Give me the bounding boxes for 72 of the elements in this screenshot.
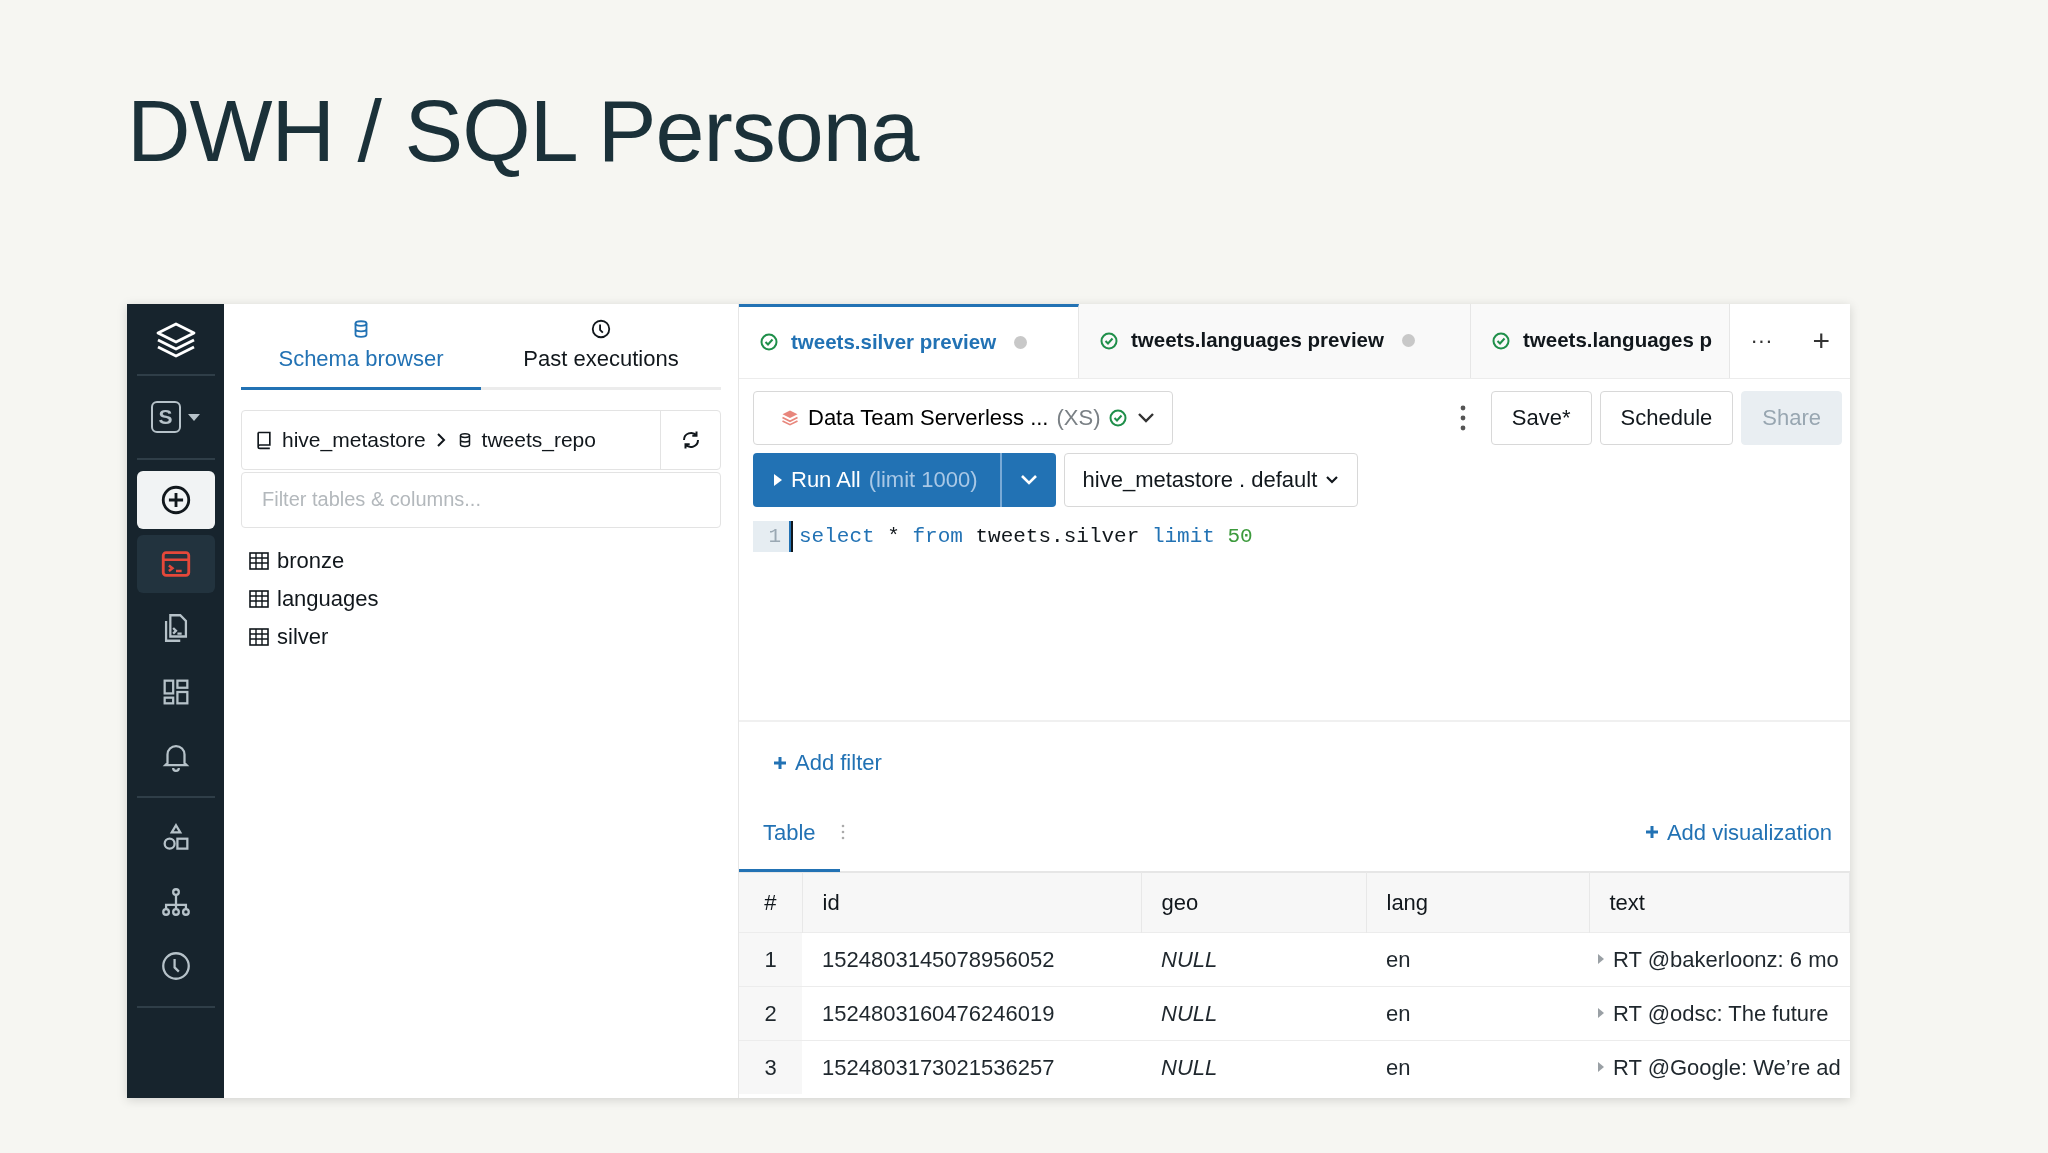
chevron-down-icon	[1136, 410, 1157, 425]
slide-title: DWH / SQL Persona	[127, 80, 919, 182]
schema-selector[interactable]: hive_metastore . default	[1063, 452, 1359, 507]
column-header[interactable]: id	[802, 872, 1141, 933]
unsaved-dot	[1401, 334, 1415, 348]
workspace-switcher[interactable]: S	[136, 387, 215, 446]
table-cell: en	[1366, 1040, 1589, 1095]
column-header[interactable]: geo	[1141, 872, 1366, 933]
warehouse-selector[interactable]: Data Team Serverless ... (XS)	[753, 390, 1174, 445]
row-number: 3	[739, 1040, 802, 1095]
chevron-down-icon	[1018, 472, 1039, 487]
sidebar-item[interactable]	[136, 534, 215, 593]
table-cell: 1524803173021536257	[802, 1040, 1141, 1095]
catalog-name: hive_metastore	[282, 426, 426, 454]
table-cell-text: RT @bakerloonz: 6 mo	[1613, 945, 1839, 974]
check-circle-icon	[1491, 330, 1511, 351]
column-header[interactable]: lang	[1366, 872, 1589, 933]
table-cell: NULL	[1141, 986, 1366, 1041]
schema-name: tweets_repo	[481, 426, 596, 454]
kebab-icon	[1459, 404, 1466, 431]
kebab-menu-button[interactable]	[1458, 403, 1467, 432]
editor-tab[interactable]: tweets.languages p	[1471, 303, 1731, 378]
table-cell: 1524803145078956052	[802, 932, 1141, 987]
row-number: 1	[739, 932, 802, 987]
table-item[interactable]: silver	[241, 617, 721, 656]
table-cell: en	[1366, 932, 1589, 987]
row-number: 2	[739, 986, 802, 1041]
column-header[interactable]: text	[1589, 872, 1850, 933]
table-cell: 1524803160476246019	[802, 986, 1141, 1041]
panel-tab[interactable]: Past executions	[481, 303, 721, 390]
editor-tab[interactable]: tweets.silver preview	[739, 303, 1079, 378]
check-circle-icon	[1099, 330, 1119, 351]
add-visualization-button[interactable]: Add visualization	[1644, 815, 1832, 849]
filter-field[interactable]: Filter tables & columns...	[241, 471, 721, 528]
line-number: 1	[753, 520, 791, 553]
check-circle-icon	[759, 332, 779, 353]
table-item[interactable]: languages	[241, 579, 721, 618]
action-button[interactable]: Save*	[1490, 390, 1592, 445]
table-icon	[249, 589, 269, 608]
run-all-button[interactable]: Run All (limit 1000)	[753, 452, 1000, 507]
table-cell: NULL	[1141, 932, 1366, 987]
table-cell: NULL	[1141, 1040, 1366, 1095]
unsaved-dot	[1014, 335, 1028, 349]
code-line: select * from tweets.silver limit 50	[791, 520, 1253, 553]
expand-triangle-icon	[1597, 1007, 1605, 1020]
chevron-down-icon	[1325, 474, 1340, 485]
table-cell: en	[1366, 986, 1589, 1041]
clock-icon	[590, 317, 612, 340]
table-item[interactable]: bronze	[241, 541, 721, 580]
table-cell-text: RT @Google: We’re ad	[1613, 1053, 1841, 1082]
new-button[interactable]	[136, 470, 215, 529]
action-button[interactable]: Schedule	[1599, 390, 1734, 445]
run-options-button[interactable]	[999, 452, 1056, 507]
expand-triangle-icon	[1597, 1061, 1605, 1074]
table-icon	[249, 551, 269, 570]
plus-icon	[1644, 825, 1659, 840]
plus-icon	[773, 755, 787, 770]
editor-tab[interactable]: tweets.languages preview	[1079, 303, 1471, 378]
book-icon	[254, 429, 274, 450]
warehouse-size: (XS)	[1056, 404, 1101, 433]
kebab-icon	[840, 824, 845, 841]
table-cell-text: RT @odsc: The future	[1613, 999, 1829, 1028]
panel-tab[interactable]: Schema browser	[241, 303, 481, 390]
workspace-letter: S	[150, 400, 181, 433]
check-circle-icon	[1108, 407, 1129, 428]
table-icon	[249, 627, 269, 646]
warehouse-name: Data Team Serverless ...	[808, 404, 1049, 433]
play-icon	[773, 472, 783, 487]
expand-triangle-icon	[1597, 953, 1605, 966]
add-filter-button[interactable]: Add filter	[773, 746, 882, 780]
column-header[interactable]: #	[739, 872, 802, 933]
caret-icon	[186, 411, 201, 422]
